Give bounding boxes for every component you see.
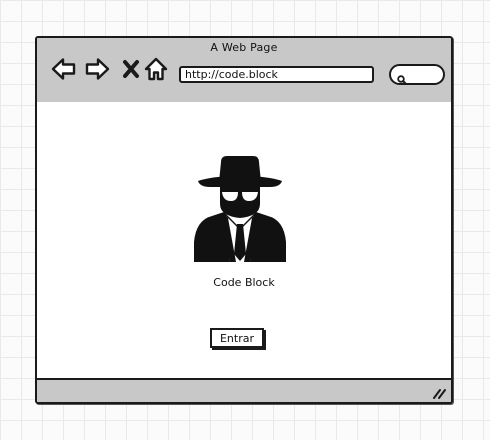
enter-button[interactable]: Entrar [210, 328, 264, 348]
back-arrow-icon[interactable] [51, 56, 77, 82]
search-icon[interactable] [397, 70, 407, 85]
spy-icon [190, 154, 290, 266]
page-content: Code Block Entrar [37, 102, 451, 378]
close-x-icon[interactable] [119, 56, 145, 82]
window-title: A Web Page [210, 41, 278, 54]
status-bar [37, 378, 451, 402]
logo-label: Code Block [213, 276, 275, 289]
search-box[interactable] [389, 64, 445, 85]
home-icon[interactable] [143, 56, 169, 82]
browser-window: A Web Page http://code.block Code Block … [35, 36, 453, 404]
browser-toolbar: A Web Page [37, 38, 451, 104]
resize-grip-icon[interactable] [432, 385, 446, 399]
forward-arrow-icon[interactable] [84, 56, 110, 82]
address-bar-input[interactable] [179, 66, 374, 83]
